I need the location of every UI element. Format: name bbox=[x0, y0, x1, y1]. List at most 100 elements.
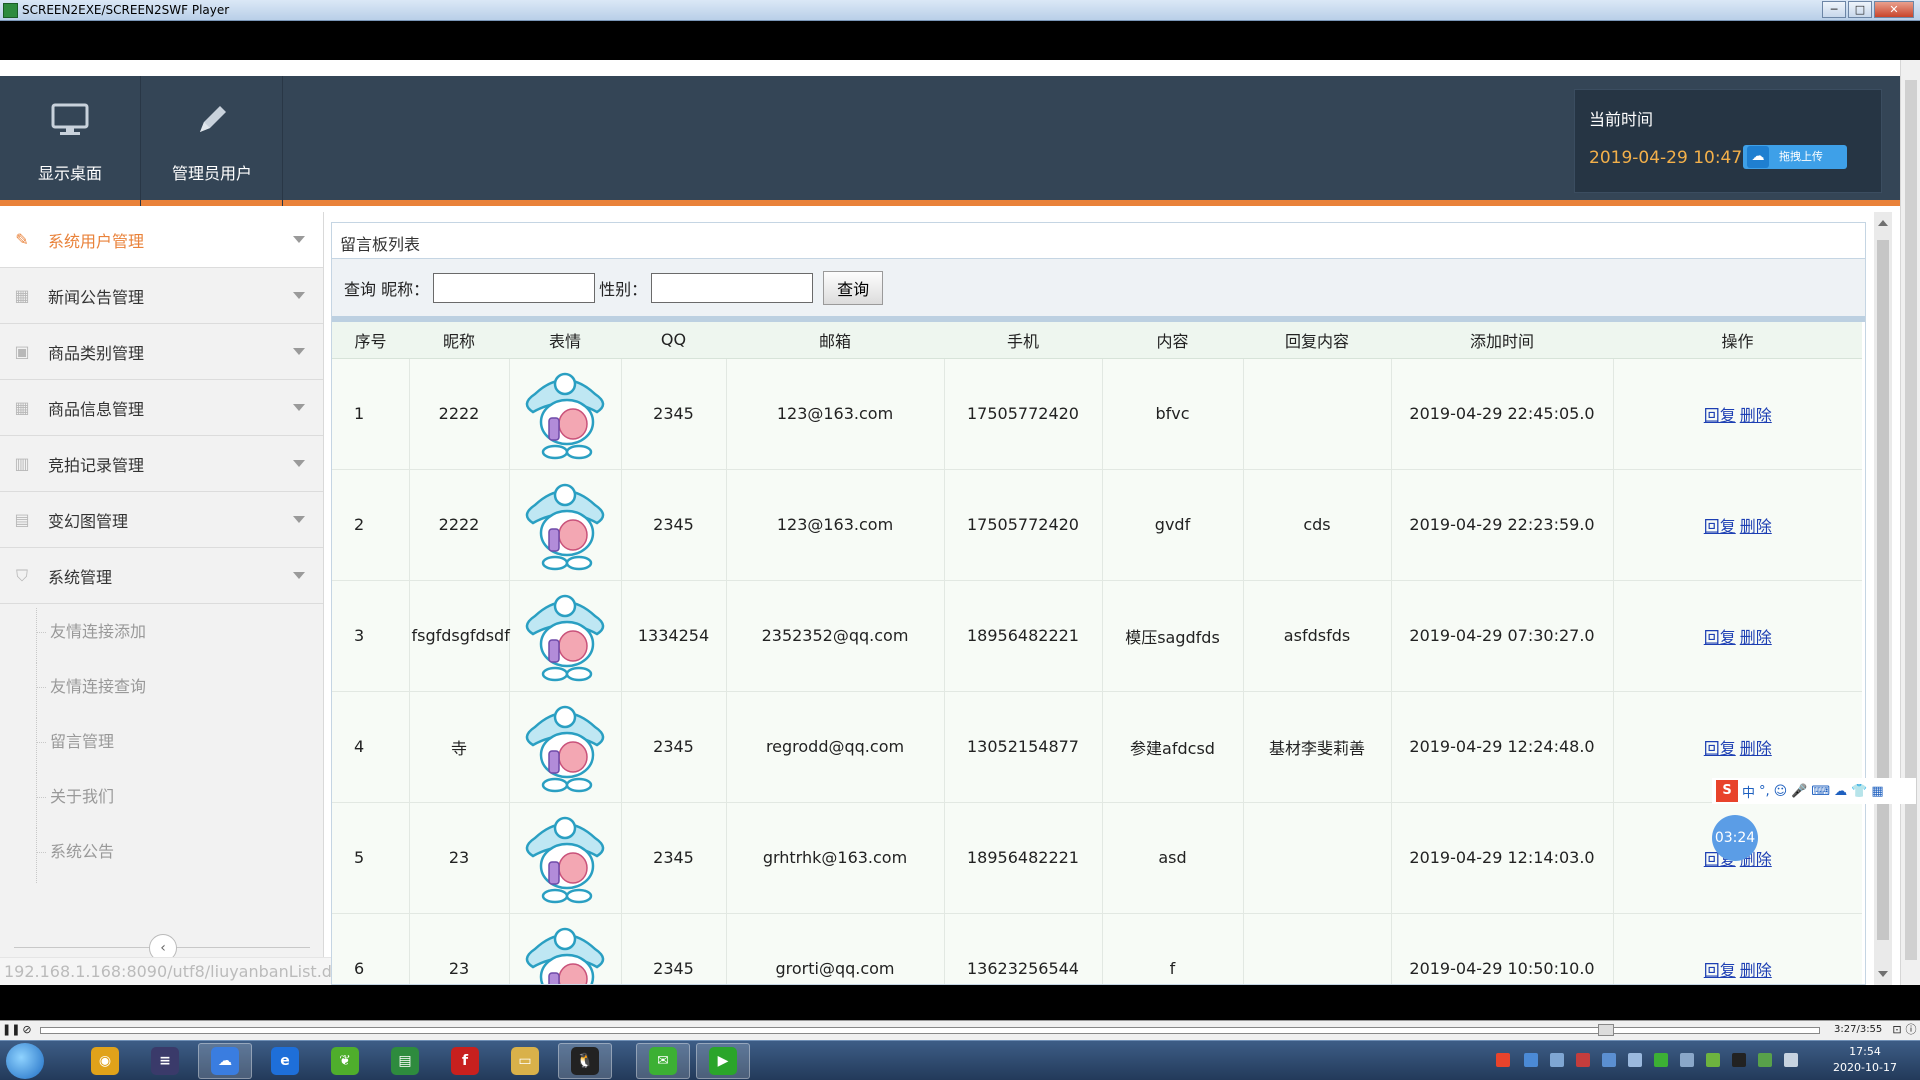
menu-product-info[interactable]: ▦ 商品信息管理 bbox=[0, 380, 323, 436]
table-row: 6 23 2345 grorti@qq.com 13623256544 f 2019-04-… bbox=[332, 913, 1862, 984]
settings-icon[interactable]: ⊘ bbox=[20, 1023, 34, 1037]
outer-scrollbar[interactable] bbox=[1900, 60, 1920, 985]
network-tray-icon[interactable] bbox=[1524, 1053, 1538, 1067]
sub-system-notice[interactable]: 系统公告 bbox=[0, 828, 323, 883]
sidebar: ✎ 系统用户管理 ▦ 新闻公告管理 ▣ 商品类别管理 ▦ 商品信息管理 ▥ 竞拍… bbox=[0, 212, 324, 985]
table-row: 3 fsgfdsgfdsdf 1334254 2352352@qq.com 189564… bbox=[332, 580, 1862, 692]
flash-icon: f bbox=[451, 1047, 479, 1075]
taskbar-app[interactable]: ☁ bbox=[198, 1043, 252, 1079]
ime-skin-icon[interactable]: 👕 bbox=[1851, 784, 1867, 799]
ime-menu-icon[interactable]: ▦ bbox=[1871, 784, 1883, 799]
menu-news[interactable]: ▦ 新闻公告管理 bbox=[0, 268, 323, 324]
maximize-button[interactable]: □ bbox=[1848, 1, 1872, 18]
cell-face bbox=[509, 580, 622, 692]
ime-punctuation-icon[interactable]: °, bbox=[1759, 784, 1770, 799]
sub-friend-link-add[interactable]: 友情连接添加 bbox=[0, 608, 323, 663]
taskbar-app[interactable]: 🐧 bbox=[558, 1043, 612, 1079]
chevron-down-icon bbox=[293, 516, 305, 523]
current-time-label: 当前时间 bbox=[1589, 110, 1654, 129]
pause-icon[interactable]: ❚❚ bbox=[2, 1023, 20, 1037]
outer-scroll-thumb[interactable] bbox=[1905, 80, 1917, 960]
query-button[interactable]: 查询 bbox=[823, 270, 884, 305]
col-reply: 回复内容 bbox=[1243, 322, 1391, 359]
reply-link[interactable]: 回复 bbox=[1704, 739, 1736, 758]
delete-link[interactable]: 删除 bbox=[1740, 961, 1772, 980]
cell-time: 2019-04-29 07:30:27.0 bbox=[1391, 580, 1614, 692]
ime-cloud-icon[interactable]: ☁ bbox=[1834, 784, 1847, 799]
gender-input[interactable] bbox=[651, 272, 814, 303]
taskbar-app[interactable]: ✉ bbox=[636, 1043, 690, 1079]
security-tray-icon[interactable] bbox=[1550, 1053, 1564, 1067]
taskbar-app[interactable]: ◉ bbox=[78, 1043, 132, 1079]
taskbar-app[interactable]: f bbox=[438, 1043, 492, 1079]
flag-tray-icon[interactable] bbox=[1680, 1053, 1694, 1067]
menu-product-category[interactable]: ▣ 商品类别管理 bbox=[0, 324, 323, 380]
sub-message-manage[interactable]: 留言管理 bbox=[0, 718, 323, 773]
shield-tray-icon[interactable] bbox=[1602, 1053, 1616, 1067]
drag-upload-button[interactable]: ☁ 拖拽上传 bbox=[1743, 145, 1847, 169]
delete-link[interactable]: 删除 bbox=[1740, 517, 1772, 536]
delete-link[interactable]: 删除 bbox=[1740, 406, 1772, 425]
nickname-input[interactable] bbox=[433, 272, 596, 303]
ime-chinese-mode[interactable]: 中 bbox=[1742, 782, 1755, 801]
ime-toolbar[interactable]: S 中 °, ☺ 🎤 ⌨ ☁ 👕 ▦ bbox=[1712, 778, 1916, 804]
cell-reply bbox=[1243, 913, 1392, 984]
progress-track[interactable] bbox=[40, 1027, 1820, 1034]
reply-link[interactable]: 回复 bbox=[1704, 961, 1736, 980]
app-tray-icon[interactable] bbox=[1576, 1053, 1590, 1067]
info-icon[interactable]: ⓘ bbox=[1904, 1023, 1918, 1037]
taskbar-app[interactable]: ≡ bbox=[138, 1043, 192, 1079]
reply-link[interactable]: 回复 bbox=[1704, 628, 1736, 647]
menu-auction-records[interactable]: ▥ 竞拍记录管理 bbox=[0, 436, 323, 492]
taskbar-clock[interactable]: 17:54 2020-10-17 bbox=[1820, 1044, 1910, 1076]
scroll-thumb[interactable] bbox=[1877, 240, 1889, 940]
cell-no: 1 bbox=[332, 358, 410, 470]
menu-system[interactable]: ⛉ 系统管理 bbox=[0, 548, 323, 604]
fullscreen-icon[interactable]: ⊡ bbox=[1890, 1023, 1904, 1037]
table-row: 5 23 2345 grhtrhk@163.com 18956482221 asd 2019… bbox=[332, 802, 1862, 914]
nav-admin-user[interactable]: 管理员用户 bbox=[142, 76, 283, 206]
cell-qq: 2345 bbox=[621, 358, 727, 470]
sogou-icon[interactable]: S bbox=[1716, 780, 1738, 802]
reply-link[interactable]: 回复 bbox=[1704, 406, 1736, 425]
player-time: 3:27/3:55 bbox=[1834, 1024, 1883, 1035]
chevron-down-icon bbox=[293, 460, 305, 467]
progress-knob[interactable] bbox=[1598, 1024, 1614, 1036]
minimize-button[interactable]: ─ bbox=[1822, 1, 1846, 18]
menu-label: 系统管理 bbox=[48, 567, 113, 587]
input-tray-icon[interactable] bbox=[1628, 1053, 1642, 1067]
menu-system-users[interactable]: ✎ 系统用户管理 bbox=[0, 212, 323, 268]
drag-upload-label: 拖拽上传 bbox=[1779, 150, 1823, 163]
delete-link[interactable]: 删除 bbox=[1740, 739, 1772, 758]
cell-actions: 回复 删除 bbox=[1613, 913, 1862, 984]
reply-link[interactable]: 回复 bbox=[1704, 517, 1736, 536]
sogou-tray-icon[interactable] bbox=[1496, 1053, 1510, 1067]
close-button[interactable]: ✕ bbox=[1874, 1, 1914, 18]
recording-timer-badge[interactable]: 03:24 bbox=[1712, 815, 1758, 861]
taskbar-app[interactable]: ❦ bbox=[318, 1043, 372, 1079]
main-scrollbar[interactable] bbox=[1874, 212, 1892, 985]
taskbar-app[interactable]: ▶ bbox=[696, 1043, 750, 1079]
col-nickname: 昵称 bbox=[409, 322, 509, 359]
menu-carousel[interactable]: ▤ 变幻图管理 bbox=[0, 492, 323, 548]
taskbar-app[interactable]: e bbox=[258, 1043, 312, 1079]
taskbar-app[interactable]: ▤ bbox=[378, 1043, 432, 1079]
sub-friend-link-query[interactable]: 友情连接查询 bbox=[0, 663, 323, 718]
taskbar-app[interactable]: ▭ bbox=[498, 1043, 552, 1079]
volume-tray-icon[interactable] bbox=[1784, 1053, 1798, 1067]
scroll-up-icon[interactable] bbox=[1878, 220, 1888, 226]
qq-tray-icon[interactable] bbox=[1732, 1053, 1746, 1067]
start-button[interactable] bbox=[6, 1043, 44, 1079]
sub-about-us[interactable]: 关于我们 bbox=[0, 773, 323, 828]
delete-link[interactable]: 删除 bbox=[1740, 628, 1772, 647]
update-tray-icon[interactable] bbox=[1758, 1053, 1772, 1067]
ime-voice-icon[interactable]: 🎤 bbox=[1791, 784, 1807, 799]
battery-tray-icon[interactable] bbox=[1706, 1053, 1720, 1067]
wechat-tray-icon[interactable] bbox=[1654, 1053, 1668, 1067]
nav-show-desktop[interactable]: 显示桌面 bbox=[0, 76, 141, 206]
scroll-down-icon[interactable] bbox=[1878, 971, 1888, 977]
clock-date: 2020-10-17 bbox=[1833, 1061, 1897, 1074]
ime-emoji-icon[interactable]: ☺ bbox=[1774, 784, 1788, 799]
chrome-icon: ◉ bbox=[91, 1047, 119, 1075]
ime-keyboard-icon[interactable]: ⌨ bbox=[1811, 784, 1830, 799]
